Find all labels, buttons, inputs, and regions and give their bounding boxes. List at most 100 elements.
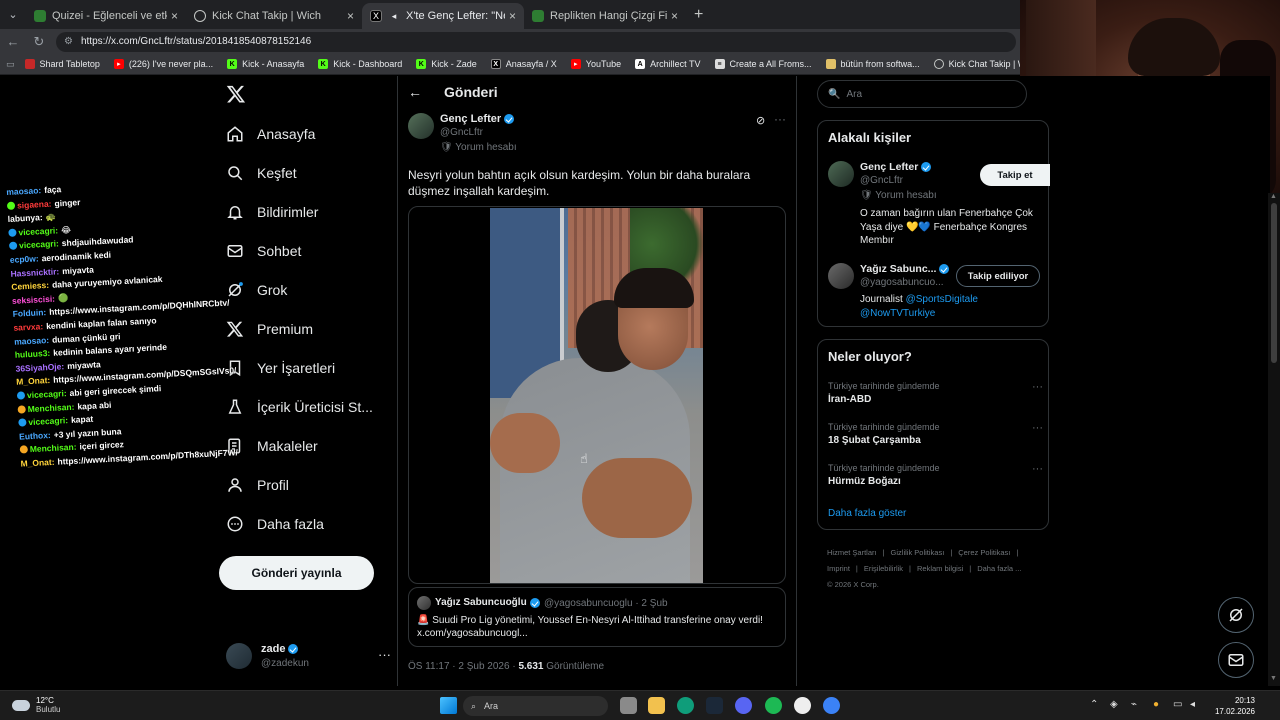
bookmark-item[interactable]: ▸ YouTube xyxy=(570,59,621,69)
tab-search-icon[interactable]: ⌄ xyxy=(0,0,26,29)
footer-links: Hizmet Şartları | Gizlilik Politikası | Çere… xyxy=(827,545,1042,593)
scroll-down-icon[interactable]: ▼ xyxy=(1270,675,1277,682)
nav-premium[interactable]: Premium xyxy=(226,314,313,344)
browser-tab[interactable]: Kick Chat Takip | Wich × xyxy=(186,3,362,29)
nav-messages[interactable]: Sohbet xyxy=(226,236,301,266)
account-switcher[interactable]: zade @zadekun ··· xyxy=(226,641,391,671)
bookmark-item[interactable]: K Kick - Dashboard xyxy=(318,59,402,69)
tray-network-icon[interactable]: ⌁ xyxy=(1131,699,1137,710)
site-info-icon[interactable]: ⚙ xyxy=(64,36,73,47)
steam-icon[interactable] xyxy=(706,697,723,714)
chat-username: vicecagri: xyxy=(18,238,60,251)
tray-app-icon[interactable]: ◈ xyxy=(1110,699,1118,710)
show-more-link[interactable]: Daha fazla göster xyxy=(828,508,906,519)
follow-button[interactable]: Takip et xyxy=(980,164,1050,186)
weather-widget[interactable]: 12°C Bulutlu xyxy=(12,696,60,714)
verified-badge-icon xyxy=(504,114,515,124)
bookmark-item[interactable]: Shard Tabletop xyxy=(24,59,100,69)
following-button[interactable]: Takip ediliyor xyxy=(956,265,1040,287)
windows-start-icon[interactable] xyxy=(440,697,457,714)
unreal-icon[interactable] xyxy=(794,697,811,714)
spotify-icon[interactable] xyxy=(765,697,782,714)
nav-profile[interactable]: Profil xyxy=(226,470,289,500)
trend-item[interactable]: Türkiye tarihinde gündemde İran-ABD ··· xyxy=(828,381,1043,405)
nav-grok[interactable]: Grok xyxy=(226,275,287,305)
footer-link[interactable]: Daha fazla ... xyxy=(977,564,1021,573)
browser-toolbar: ← ↻ ⚙ https://x.com/GncLftr/status/20184… xyxy=(0,29,1020,54)
bookmark-item[interactable]: X Anasayfa / X xyxy=(490,59,557,69)
nav-notifications[interactable]: Bildirimler xyxy=(226,197,318,227)
new-tab-plus-icon[interactable]: + xyxy=(694,6,703,24)
author-handle[interactable]: @GncLftr xyxy=(440,127,483,138)
nav-more[interactable]: Daha fazla xyxy=(226,509,324,539)
messages-floating-button[interactable] xyxy=(1218,642,1254,678)
reload-icon[interactable]: ↻ xyxy=(26,34,52,50)
grok-floating-button[interactable] xyxy=(1218,597,1254,633)
tray-chevron-icon[interactable]: ⌃ xyxy=(1090,699,1098,710)
task-view-icon[interactable] xyxy=(620,697,637,714)
system-clock[interactable]: 20:13 17.02.2026 xyxy=(1203,695,1255,717)
edge-icon[interactable] xyxy=(677,697,694,714)
nav-explore[interactable]: Keşfet xyxy=(226,158,297,188)
bookmark-item[interactable]: K Kick - Zade xyxy=(416,59,477,69)
bookmark-item[interactable]: Kick Chat Takip | W... xyxy=(933,59,1033,69)
bio-mention-link[interactable]: @NowTVTurkiye xyxy=(860,308,935,319)
more-dots-icon[interactable]: ··· xyxy=(378,647,391,662)
footer-link[interactable]: Gizlilik Politikası xyxy=(891,548,945,557)
browser-tab[interactable]: Quizei - Eğlenceli ve etkileşimli qu × xyxy=(26,3,186,29)
chat-text: miyawta xyxy=(66,359,101,371)
file-explorer-icon[interactable] xyxy=(648,697,665,714)
footer-link[interactable]: Hizmet Şartları xyxy=(827,548,877,557)
author-name[interactable]: Genç Lefter xyxy=(440,113,515,125)
avatar[interactable] xyxy=(408,113,434,139)
close-tab-icon[interactable]: × xyxy=(671,9,678,23)
bookmarks-menu-icon[interactable]: ▭ xyxy=(6,59,15,70)
bookmark-item[interactable]: K Kick - Anasayfa xyxy=(227,59,304,69)
tab-title: Replikten Hangi Çizgi Film Olduğu xyxy=(550,10,667,22)
footer-link[interactable]: Erişilebilirlik xyxy=(864,564,903,573)
back-arrow-icon[interactable]: ← xyxy=(408,84,422,100)
scroll-up-icon[interactable]: ▲ xyxy=(1270,193,1277,200)
discord-icon[interactable] xyxy=(735,697,752,714)
volume-icon[interactable]: ◂ xyxy=(1190,699,1195,710)
page-scrollbar[interactable]: ▲ ▼ xyxy=(1268,193,1280,686)
more-dots-icon[interactable]: ··· xyxy=(774,112,786,126)
trend-title: İran-ABD xyxy=(828,394,872,405)
monitor-icon[interactable]: ▭ xyxy=(1173,699,1182,710)
back-arrow-icon[interactable]: ← xyxy=(0,34,26,49)
close-tab-icon[interactable]: × xyxy=(171,9,178,23)
bookmark-item[interactable]: A Archillect TV xyxy=(635,59,701,69)
search-input[interactable]: 🔍 Ara xyxy=(817,80,1027,108)
taskbar-search[interactable]: ⌕ Ara xyxy=(463,696,608,716)
app-icon[interactable] xyxy=(823,697,840,714)
bookmark-item[interactable]: ▸ (226) I've never pla... xyxy=(113,59,213,69)
post-video[interactable]: ☝ xyxy=(408,206,786,584)
bookmark-item[interactable]: ≡ Create a All Froms... xyxy=(714,59,812,69)
quoted-post[interactable]: Yağız Sabuncuoğlu @yagosabuncuoglu · 2 Ş… xyxy=(408,587,786,647)
close-tab-icon[interactable]: × xyxy=(347,9,354,23)
bookmark-item[interactable]: bütün from softwa... xyxy=(825,59,920,69)
more-dots-icon[interactable]: ··· xyxy=(1032,381,1043,393)
more-dots-icon[interactable]: ··· xyxy=(1032,422,1043,434)
speaker-icon[interactable]: ◂ xyxy=(388,10,400,22)
nav-creator-studio[interactable]: İçerik Üreticisi St... xyxy=(226,392,373,422)
footer-link[interactable]: Imprint xyxy=(827,564,850,573)
browser-tab-active[interactable]: X ◂ X'te Genç Lefter: "Nesyri yolun × xyxy=(362,3,524,29)
post-button[interactable]: Gönderi yayınla xyxy=(219,556,374,590)
nav-bookmarks[interactable]: Yer İşaretleri xyxy=(226,353,335,383)
browser-tab[interactable]: Replikten Hangi Çizgi Film Olduğu × xyxy=(524,3,686,29)
close-tab-icon[interactable]: × xyxy=(509,9,516,23)
scrollbar-thumb[interactable] xyxy=(1271,203,1277,363)
temperature: 12°C xyxy=(36,696,54,705)
microphone-icon[interactable]: ● xyxy=(1153,699,1159,710)
trend-item[interactable]: Türkiye tarihinde gündemde Hürmüz Boğazı… xyxy=(828,463,1043,487)
x-logo-icon[interactable] xyxy=(226,84,246,104)
address-bar[interactable]: ⚙ https://x.com/GncLftr/status/201841854… xyxy=(56,31,1016,52)
more-dots-icon[interactable]: ··· xyxy=(1032,463,1043,475)
footer-link[interactable]: Çerez Politikası xyxy=(958,548,1010,557)
footer-link[interactable]: Reklam bilgisi xyxy=(917,564,963,573)
nav-home[interactable]: Anasayfa xyxy=(226,119,315,149)
grok-icon[interactable]: ⊘ xyxy=(756,114,765,127)
bio-mention-link[interactable]: @SportsDigitale xyxy=(906,294,978,305)
trend-item[interactable]: Türkiye tarihinde gündemde 18 Şubat Çarş… xyxy=(828,422,1043,446)
